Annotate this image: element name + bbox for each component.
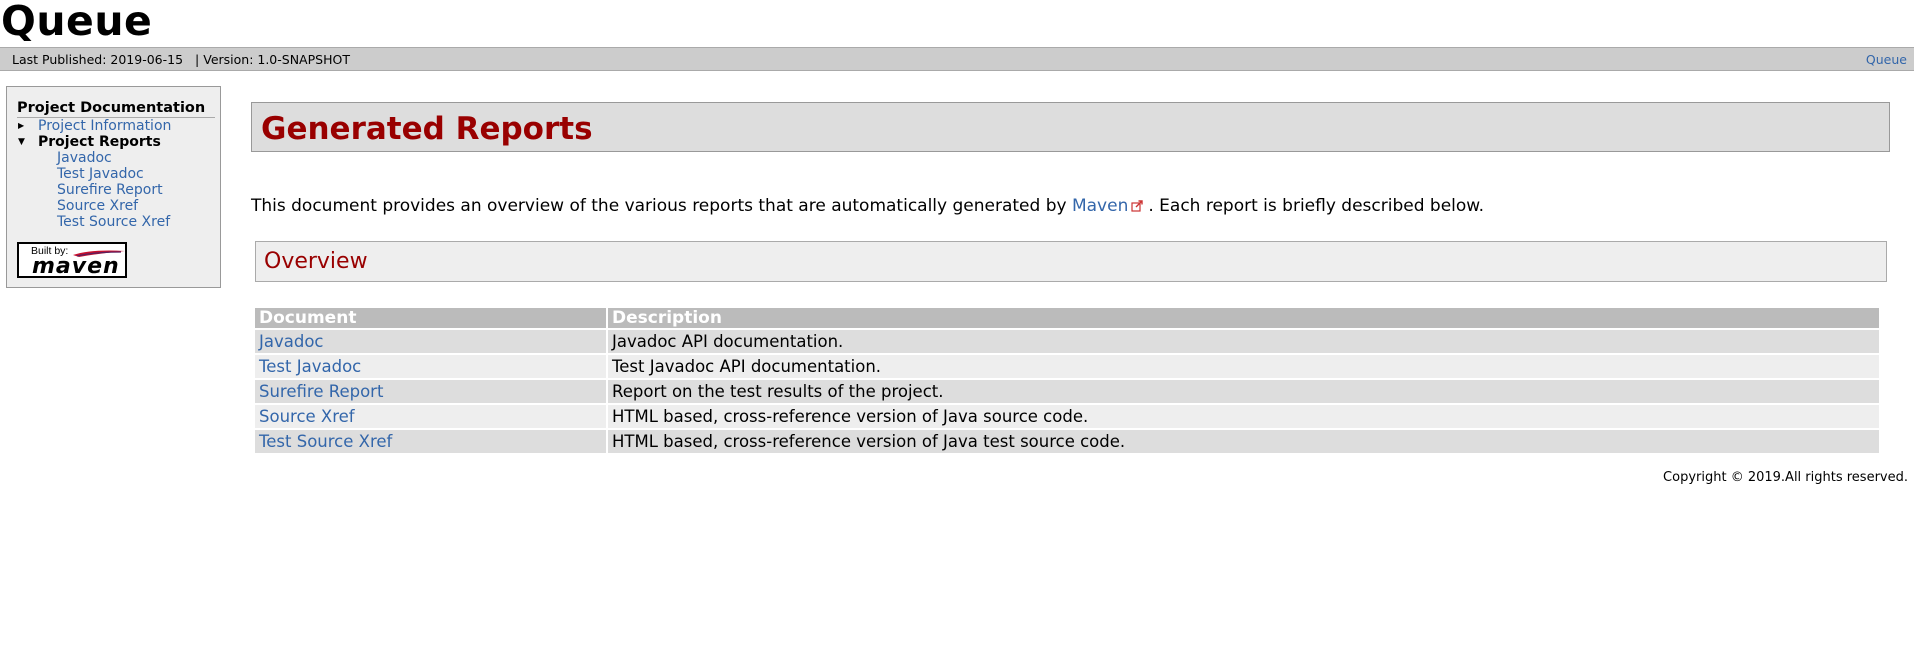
sidebar-item-label: Project Reports bbox=[38, 134, 161, 150]
sidebar-item-test-source-xref[interactable]: Test Source Xref bbox=[17, 214, 220, 230]
document-cell: Test Source Xref bbox=[255, 430, 606, 453]
breadcrumb-separator: | bbox=[195, 52, 200, 67]
collapsed-triangle-icon[interactable]: ▶ bbox=[17, 118, 38, 134]
page-title-box: Generated Reports bbox=[251, 102, 1890, 152]
footer-copyright: Copyright © 2019.All rights reserved. bbox=[1663, 470, 1908, 485]
document-cell: Surefire Report bbox=[255, 380, 606, 403]
document-link-test-javadoc[interactable]: Test Javadoc bbox=[259, 357, 361, 376]
description-cell: Test Javadoc API documentation. bbox=[608, 355, 1879, 378]
overview-section-header: Overview bbox=[255, 241, 1887, 282]
document-cell: Source Xref bbox=[255, 405, 606, 428]
intro-text-end: . Each report is briefly described below… bbox=[1148, 196, 1485, 216]
table-row: Source Xref HTML based, cross-reference … bbox=[255, 405, 1879, 428]
sidebar-link-test-source-xref[interactable]: Test Source Xref bbox=[57, 214, 170, 230]
document-cell: Test Javadoc bbox=[255, 355, 606, 378]
document-link-source-xref[interactable]: Source Xref bbox=[259, 407, 355, 426]
sidebar-item-label[interactable]: Project Information bbox=[38, 118, 171, 134]
sidebar-link-source-xref[interactable]: Source Xref bbox=[57, 198, 138, 214]
document-link-surefire-report[interactable]: Surefire Report bbox=[259, 382, 383, 401]
table-row: Surefire Report Report on the test resul… bbox=[255, 380, 1879, 403]
maven-link[interactable]: Maven bbox=[1072, 196, 1128, 216]
intro-text-start: This document provides an overview of th… bbox=[251, 196, 1067, 216]
expanded-triangle-icon[interactable]: ▼ bbox=[17, 134, 38, 150]
description-cell: Report on the test results of the projec… bbox=[608, 380, 1879, 403]
reports-table: Document Description Javadoc Javadoc API… bbox=[253, 306, 1881, 455]
maven-brand-text: maven bbox=[32, 254, 120, 278]
document-link-test-source-xref[interactable]: Test Source Xref bbox=[259, 432, 392, 451]
table-header-row: Document Description bbox=[255, 308, 1879, 328]
sidebar-heading: Project Documentation bbox=[17, 100, 215, 118]
overview-title: Overview bbox=[264, 249, 368, 274]
sidebar-link-javadoc[interactable]: Javadoc bbox=[57, 150, 112, 166]
sidebar-item-project-reports[interactable]: ▼ Project Reports bbox=[17, 134, 220, 150]
sidebar-menu: ▶ Project Information ▼ Project Reports … bbox=[17, 118, 220, 230]
description-cell: Javadoc API documentation. bbox=[608, 330, 1879, 353]
version-label: Version: 1.0-SNAPSHOT bbox=[203, 52, 350, 67]
main-content: Generated Reports This document provides… bbox=[251, 102, 1891, 453]
table-row: Test Source Xref HTML based, cross-refer… bbox=[255, 430, 1879, 453]
table-row: Javadoc Javadoc API documentation. bbox=[255, 330, 1879, 353]
sidebar-link-test-javadoc[interactable]: Test Javadoc bbox=[57, 166, 144, 182]
sidebar-navigation: Project Documentation ▶ Project Informat… bbox=[6, 86, 221, 288]
sidebar-item-surefire-report[interactable]: Surefire Report bbox=[17, 182, 220, 198]
built-by-maven-logo[interactable]: Built by: maven bbox=[17, 242, 127, 278]
document-cell: Javadoc bbox=[255, 330, 606, 353]
page-title: Generated Reports bbox=[261, 111, 593, 147]
sidebar-item-javadoc[interactable]: Javadoc bbox=[17, 150, 220, 166]
sidebar-item-test-javadoc[interactable]: Test Javadoc bbox=[17, 166, 220, 182]
description-cell: HTML based, cross-reference version of J… bbox=[608, 405, 1879, 428]
breadcrumb-info: Last Published: 2019-06-15 | Version: 1.0… bbox=[12, 48, 350, 72]
column-header-document: Document bbox=[255, 308, 606, 328]
table-row: Test Javadoc Test Javadoc API documentat… bbox=[255, 355, 1879, 378]
breadcrumb-bar: Last Published: 2019-06-15 | Version: 1.0… bbox=[0, 47, 1914, 71]
sidebar-link-surefire-report[interactable]: Surefire Report bbox=[57, 182, 163, 198]
site-title: Queue bbox=[1, 0, 153, 45]
last-published: Last Published: 2019-06-15 bbox=[12, 52, 184, 67]
intro-paragraph: This document provides an overview of th… bbox=[251, 195, 1484, 217]
sidebar-item-project-information[interactable]: ▶ Project Information bbox=[17, 118, 220, 134]
description-cell: HTML based, cross-reference version of J… bbox=[608, 430, 1879, 453]
external-link-icon[interactable] bbox=[1131, 200, 1144, 212]
column-header-description: Description bbox=[608, 308, 1879, 328]
banner: Queue bbox=[0, 0, 1914, 46]
document-link-javadoc[interactable]: Javadoc bbox=[259, 332, 324, 351]
breadcrumb-queue-link[interactable]: Queue bbox=[1866, 48, 1907, 72]
sidebar-item-source-xref[interactable]: Source Xref bbox=[17, 198, 220, 214]
